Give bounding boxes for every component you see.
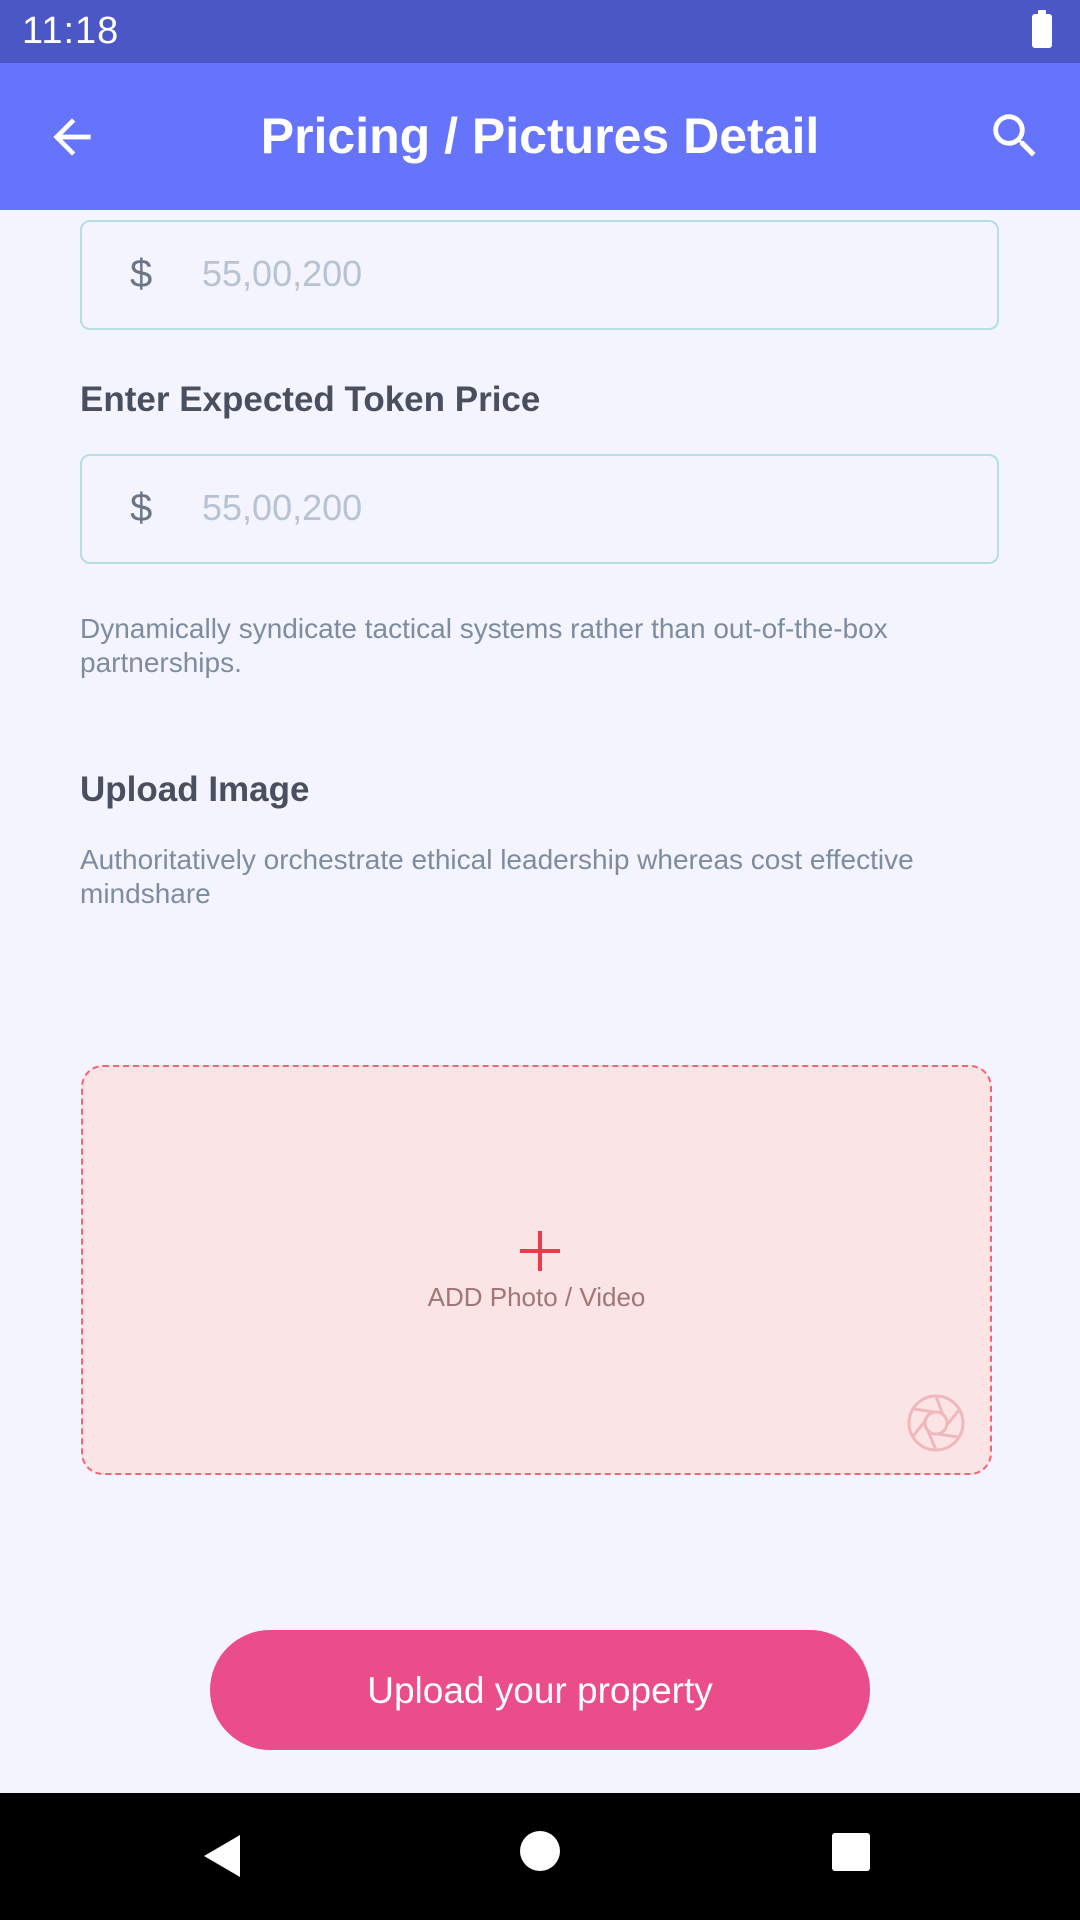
upload-property-button[interactable]: Upload your property: [210, 1630, 870, 1750]
token-price-field[interactable]: $ 55,00,200: [80, 454, 999, 564]
nav-recent-apps-icon[interactable]: [832, 1833, 870, 1871]
search-icon[interactable]: [986, 107, 1044, 165]
token-price-input[interactable]: 55,00,200: [202, 487, 362, 529]
token-price-helptext: Dynamically syndicate tactical systems r…: [80, 613, 888, 678]
form-content: $ 55,00,200 Enter Expected Token Price $…: [0, 210, 1080, 1793]
token-price-label: Enter Expected Token Price: [80, 380, 541, 419]
add-photo-video-label: ADD Photo / Video: [427, 1282, 646, 1312]
battery-full-icon: [1032, 10, 1052, 48]
price-field[interactable]: $ 55,00,200: [80, 220, 999, 330]
camera-aperture-icon: [906, 1393, 966, 1453]
app-bar: Pricing / Pictures Detail: [0, 63, 1080, 210]
currency-symbol: $: [130, 252, 153, 296]
status-time: 11:18: [22, 10, 120, 52]
system-nav-bar: [0, 1793, 1080, 1920]
plus-icon: [518, 1229, 562, 1273]
upload-image-heading: Upload Image: [80, 770, 310, 809]
price-input[interactable]: 55,00,200: [202, 253, 362, 295]
upload-image-description: Authoritatively orchestrate ethical lead…: [80, 844, 914, 909]
currency-symbol: $: [130, 486, 153, 530]
page-title: Pricing / Pictures Detail: [260, 108, 820, 164]
add-media-dropzone[interactable]: ADD Photo / Video: [81, 1065, 992, 1475]
nav-home-icon[interactable]: [520, 1831, 560, 1871]
nav-back-icon[interactable]: [200, 1833, 246, 1879]
status-bar: 11:18: [0, 0, 1080, 63]
